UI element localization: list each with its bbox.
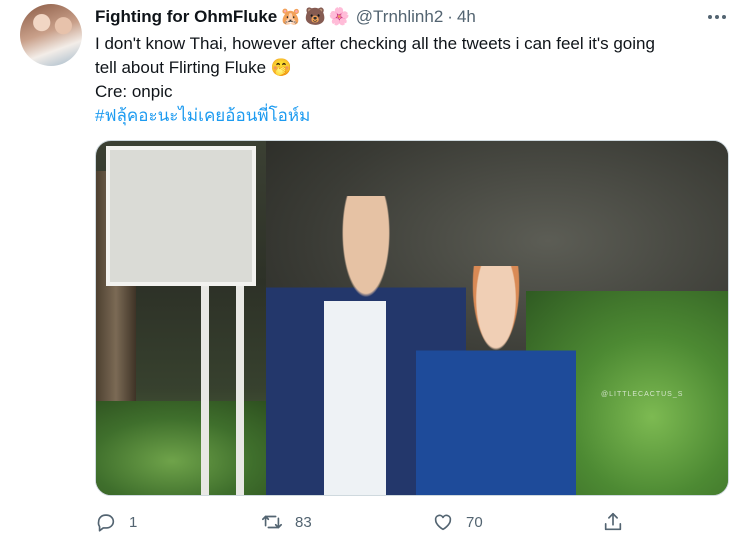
photo-bush-left: [96, 401, 286, 495]
retweet-icon: [262, 515, 282, 529]
retweet-button[interactable]: 83: [261, 510, 312, 534]
photo-watermark: @LITTLECACTUS_S: [601, 391, 684, 398]
photo-pole: [201, 286, 209, 495]
timestamp[interactable]: 4h: [457, 7, 476, 27]
tweet-header: Fighting for OhmFluke 🐹 🐻 🌸 @Trnhlinh2 ·…: [95, 6, 476, 28]
display-name[interactable]: Fighting for OhmFluke: [95, 7, 277, 27]
tweet[interactable]: Fighting for OhmFluke 🐹 🐻 🌸 @Trnhlinh2 ·…: [0, 0, 749, 554]
avatar[interactable]: [20, 4, 82, 66]
more-icon[interactable]: [706, 6, 728, 28]
hashtag-link[interactable]: #ฟลุ้คอะนะไม่เคยอ้อนพี่โอห์ม: [95, 104, 735, 128]
like-count: 70: [466, 513, 483, 531]
like-button[interactable]: 70: [432, 510, 483, 534]
tweet-text: I don't know Thai, however after checkin…: [95, 32, 735, 128]
user-handle[interactable]: @Trnhlinh2: [356, 7, 444, 27]
face-emoji: 🤭: [270, 58, 292, 77]
name-emoji-hamster: 🐹: [280, 7, 302, 26]
photo-birdcage: [106, 146, 256, 286]
tweet-line-2-text: tell about Flirting Fluke: [95, 58, 267, 77]
tweet-photo[interactable]: @LITTLECACTUS_S: [95, 140, 729, 496]
tweet-line-2: tell about Flirting Fluke 🤭: [95, 56, 735, 80]
like-icon: [434, 514, 452, 531]
photo-pole: [236, 286, 244, 495]
reply-count: 1: [129, 513, 138, 531]
share-icon: [604, 512, 622, 531]
share-button[interactable]: [602, 510, 624, 534]
retweet-count: 83: [295, 513, 312, 531]
name-emoji-bear: 🐻: [304, 7, 326, 26]
tweet-line-1: I don't know Thai, however after checkin…: [95, 34, 655, 53]
tweet-actions: 1 83 70: [95, 510, 635, 534]
reply-icon: [97, 514, 115, 532]
photo-white-shirt: [324, 301, 386, 495]
tweet-credit: Cre: onpic: [95, 82, 173, 101]
reply-button[interactable]: 1: [95, 510, 137, 534]
separator-dot: ·: [447, 7, 453, 26]
name-emoji-flower: 🌸: [328, 7, 350, 26]
photo-person-right: [416, 266, 576, 495]
